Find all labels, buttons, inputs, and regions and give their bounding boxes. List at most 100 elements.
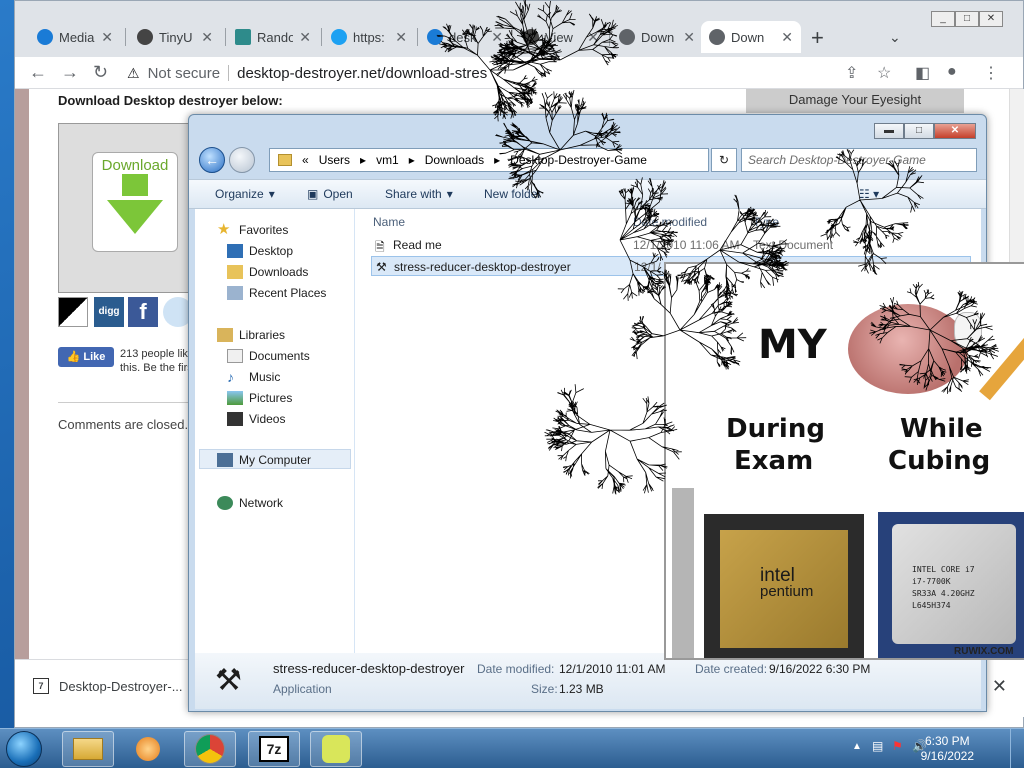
refresh-icon[interactable]: ↻ [711,148,737,172]
breadcrumb-overflow[interactable]: « [302,153,309,167]
side-panel-icon[interactable]: ◧ [915,63,930,83]
delicious-icon[interactable] [58,297,88,327]
clock[interactable]: 6:30 PM 9/16/2022 [921,734,974,764]
back-icon[interactable]: ← [199,147,225,173]
new-tab-button[interactable]: + [811,25,824,51]
details-kind: Application [273,682,332,696]
tab-4[interactable]: https: ✕ [323,21,415,53]
nav-pictures[interactable]: Pictures [227,391,292,405]
taskbar-7zip[interactable]: 7z [248,731,300,767]
close-icon[interactable]: ✕ [781,29,793,46]
back-icon[interactable]: ← [29,62,47,83]
meme-image: MY During Exam While Cubing intel pentiu… [672,292,1024,658]
breadcrumb-separator-icon: ▸ [494,153,501,167]
organize-label: Organize [215,187,264,201]
new-folder-button[interactable]: New folder [484,187,541,201]
column-name[interactable]: Name [373,215,405,229]
tab-1[interactable]: Media ✕ [29,21,121,53]
close-icon[interactable]: ✕ [201,29,213,46]
nav-desktop[interactable]: Desktop [227,244,293,258]
pictures-icon [227,391,243,405]
breadcrumb-users[interactable]: Users [319,153,350,167]
digg-icon[interactable]: digg [94,297,124,327]
tab-separator [125,28,126,46]
tab-6[interactable]: View ✕ [515,21,607,53]
bookmark-star-icon[interactable]: ☆ [877,63,891,83]
application-icon: ▣ [307,187,319,201]
taskbar-chrome[interactable] [184,731,236,767]
nav-videos[interactable]: Videos [227,412,285,426]
facebook-icon[interactable]: f [128,297,158,327]
open-button[interactable]: ▣ Open [307,187,353,201]
column-date[interactable]: Date modified [633,215,707,229]
close-icon[interactable]: ✕ [587,29,599,46]
close-downloads-icon[interactable]: ✕ [992,676,1007,697]
nav-documents[interactable]: Documents [227,349,310,363]
network-tray-icon[interactable]: ▤ [872,739,883,753]
tab-active[interactable]: Down ✕ [701,21,801,53]
tab-search-icon[interactable]: ⌄ [889,29,901,46]
nav-downloads[interactable]: Downloads [227,265,308,279]
tab-7[interactable]: Down ✕ [611,21,703,53]
tab-3[interactable]: Rando ✕ [227,21,319,53]
nav-label: Music [249,370,281,384]
start-button[interactable] [6,731,42,767]
nav-recent[interactable]: Recent Places [227,286,326,300]
share-icon[interactable]: ⇪ [845,63,858,83]
image-popup[interactable]: MY During Exam While Cubing intel pentiu… [664,262,1024,660]
column-type[interactable]: Type [753,215,779,229]
nav-my-computer[interactable]: My Computer [217,453,311,467]
side-widget[interactable]: Damage Your Eyesight [746,89,964,113]
organize-button[interactable]: Organize ▾ [215,187,275,201]
profile-avatar-icon[interactable]: ● [947,63,957,81]
tab-separator [609,28,610,46]
show-desktop-button[interactable] [1010,729,1024,768]
minimize-icon[interactable]: ▬ [874,123,904,139]
breadcrumb-vm1[interactable]: vm1 [376,153,399,167]
close-icon[interactable]: ✕ [683,29,695,46]
close-icon[interactable]: ✕ [395,29,407,46]
share-with-button[interactable]: Share with ▾ [385,187,453,201]
minimize-icon[interactable]: _ [931,11,955,27]
chrome-icon [196,735,224,763]
close-icon[interactable]: ✕ [101,29,113,46]
address-bar[interactable]: ⚠ Not secure desktop-destroyer.net/downl… [127,60,847,86]
details-size-label: Size: [531,682,558,696]
breadcrumb-downloads[interactable]: Downloads [425,153,484,167]
tab-2[interactable]: TinyU ✕ [129,21,221,53]
facebook-like-button[interactable]: 👍 Like [58,347,114,367]
close-window-icon[interactable]: ✕ [934,123,976,139]
action-center-icon[interactable]: ⚑ [892,739,903,753]
forward-icon[interactable]: → [61,62,79,83]
nav-libraries[interactable]: Libraries [217,328,285,342]
file-row[interactable]: 🗎 Read me 12/1/2010 11:06 AM Text Docume… [371,235,971,255]
explorer-search-input[interactable]: Search Desktop-Destroyer-Game [741,148,977,172]
tab-5[interactable]: desk ✕ [419,21,511,53]
view-options-icon[interactable]: ☷ ▾ [859,187,879,201]
nav-network[interactable]: Network [217,496,283,510]
taskbar-explorer[interactable] [62,731,114,767]
download-arrow-icon [122,174,148,196]
reload-icon[interactable]: ↻ [93,62,108,83]
forward-icon[interactable] [229,147,255,173]
nav-music[interactable]: ♪ Music [227,370,280,384]
maximize-icon[interactable]: □ [955,11,979,27]
download-filename: Desktop-Destroyer-... [59,678,183,694]
taskbar-goose[interactable] [310,731,362,767]
menu-kebab-icon[interactable]: ⋮ [983,63,999,83]
breadcrumb-folder[interactable]: Desktop-Destroyer-Game [510,153,647,167]
warning-icon: ⚠ [127,64,140,81]
explorer-address-bar[interactable]: « Users ▸ vm1 ▸ Downloads ▸ Desktop-Dest… [269,148,709,172]
close-icon[interactable]: ✕ [491,29,503,46]
tab-label: TinyU [159,29,193,45]
download-arrowhead-icon [107,200,163,234]
nav-favorites[interactable]: ★ Favorites [217,222,288,237]
download-button[interactable]: Download [92,152,178,252]
close-window-icon[interactable]: ✕ [979,11,1003,27]
tray-expand-icon[interactable]: ▲ [852,741,862,752]
page-heading: Download Desktop destroyer below: [58,93,283,108]
download-item[interactable]: 7 Desktop-Destroyer-... [33,678,183,694]
maximize-icon[interactable]: □ [904,123,934,139]
close-icon[interactable]: ✕ [299,29,311,46]
taskbar-media-player[interactable] [122,731,174,767]
